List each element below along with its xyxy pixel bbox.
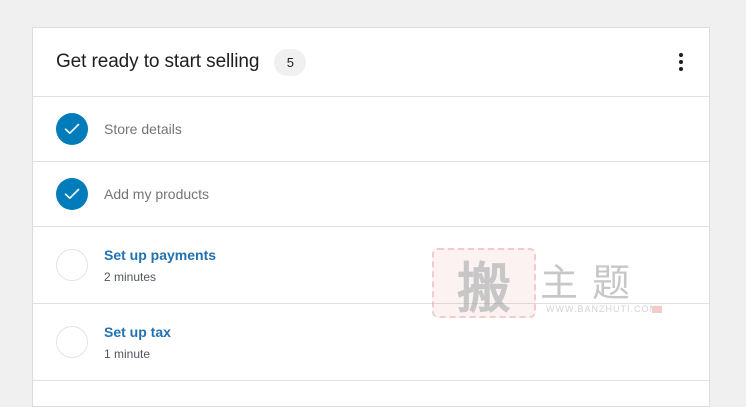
task-label: Store details [104,121,182,137]
task-label[interactable]: Set up tax [104,324,171,340]
vertical-ellipsis-icon [679,53,683,57]
task-text: Store details [104,121,182,137]
task-text: Set up tax 1 minute [104,324,171,361]
task-text: Add my products [104,186,209,202]
incomplete-circle-icon [56,249,88,281]
task-item-store-details[interactable]: Store details [33,97,709,162]
task-label[interactable]: Set up payments [104,247,216,263]
task-item-set-up-payments[interactable]: Set up payments 2 minutes [33,227,709,304]
setup-task-list-card: Get ready to start selling 5 Store detai… [32,27,710,407]
card-header: Get ready to start selling 5 [33,28,709,97]
task-time-estimate: 2 minutes [104,269,157,284]
more-options-button[interactable] [671,50,691,74]
incomplete-circle-icon [56,326,88,358]
task-label: Add my products [104,186,210,202]
task-text: Set up payments 2 minutes [104,247,216,284]
task-item-set-up-tax[interactable]: Set up tax 1 minute [33,304,709,381]
checkmark-icon [56,113,88,145]
checkmark-icon [56,178,88,210]
card-title: Get ready to start selling [56,51,260,72]
task-item-add-products[interactable]: Add my products [33,162,709,227]
task-time-estimate: 1 minute [104,346,151,361]
task-count-badge: 5 [274,48,307,76]
